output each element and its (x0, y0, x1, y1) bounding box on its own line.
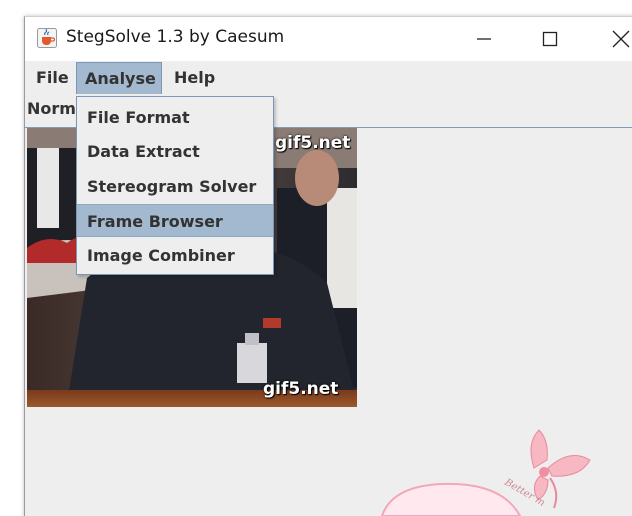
analyse-menu-dropdown: File Format Data Extract Stereogram Solv… (76, 96, 274, 275)
menu-item-image-combiner[interactable]: Image Combiner (77, 239, 273, 272)
maximize-icon[interactable] (535, 25, 565, 53)
minimize-icon[interactable] (469, 25, 499, 53)
watermark-bottom: gif5.net (263, 379, 339, 399)
menu-bar: File Analyse Help (25, 61, 632, 96)
window-title: StegSolve 1.3 by Caesum (66, 27, 285, 47)
menu-help[interactable]: Help (165, 62, 224, 94)
menu-item-stereogram-solver[interactable]: Stereogram Solver (77, 170, 273, 203)
menu-analyse[interactable]: Analyse (76, 62, 162, 94)
menu-item-frame-browser[interactable]: Frame Browser (77, 204, 273, 237)
menu-file[interactable]: File (27, 62, 78, 94)
menu-item-data-extract[interactable]: Data Extract (77, 135, 273, 168)
cat-sticker-decoration: Better m (380, 429, 591, 516)
watermark-top: gif5.net (275, 133, 351, 153)
desktop: StegSolve 1.3 by Caesum File Analyse Hel… (0, 0, 632, 516)
mode-label: Norm (27, 99, 76, 118)
java-cup-icon (37, 28, 57, 48)
title-bar[interactable]: StegSolve 1.3 by Caesum (25, 17, 632, 61)
menu-item-file-format[interactable]: File Format (77, 101, 273, 134)
close-icon[interactable] (605, 25, 632, 53)
